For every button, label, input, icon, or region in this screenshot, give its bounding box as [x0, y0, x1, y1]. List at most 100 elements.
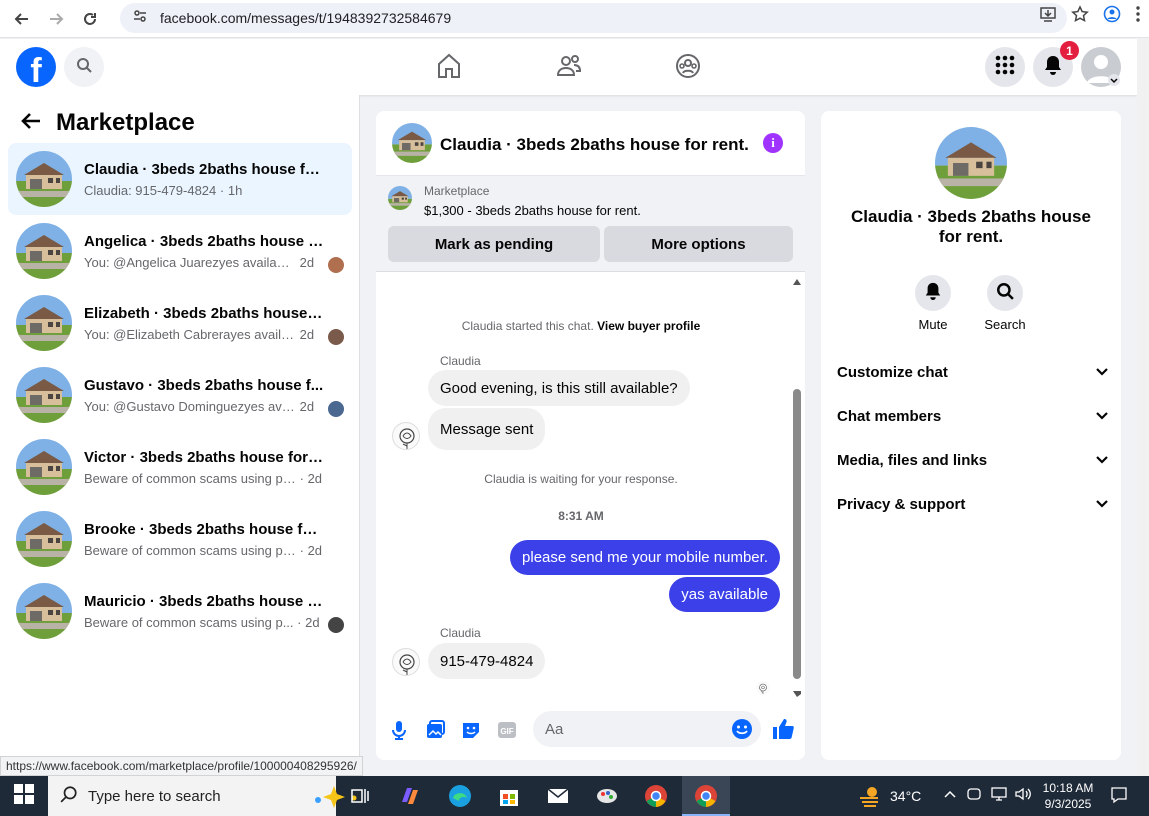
forward-arrow-icon[interactable] [44, 7, 68, 31]
conversation-time: 2d [299, 398, 315, 414]
taskbar-search-box[interactable]: Type here to search [48, 776, 357, 816]
network-icon[interactable] [990, 786, 1014, 810]
conversation-title: Angelica · 3beds 2baths house f... [84, 232, 324, 250]
menu-kebab-icon[interactable] [1135, 5, 1141, 28]
bookmark-star-icon[interactable] [1071, 5, 1089, 28]
scroll-down-arrow-icon[interactable] [793, 691, 801, 697]
thumbs-up-icon[interactable] [771, 717, 794, 739]
view-buyer-profile-link[interactable]: View buyer profile [597, 319, 700, 333]
clock-time: 10:18 AM [1042, 781, 1094, 795]
privacy-support-section[interactable]: Privacy & support [837, 482, 1109, 526]
taskbar-search-placeholder: Type here to search [88, 787, 221, 805]
browser-actions [1039, 5, 1141, 28]
conversation-item[interactable]: Claudia · 3beds 2baths house for r... Cl… [8, 143, 352, 215]
mark-as-pending-button[interactable]: Mark as pending [388, 226, 600, 262]
message-timestamp: 8:31 AM [558, 509, 604, 523]
message-scrollbar[interactable] [791, 279, 803, 697]
search-in-chat-button[interactable]: Search [975, 275, 1035, 332]
site-settings-icon[interactable] [132, 8, 148, 29]
listing-thumbnail[interactable] [935, 127, 1007, 199]
notification-center-icon[interactable] [1110, 786, 1134, 810]
listing-thumbnail[interactable] [392, 123, 432, 163]
notifications-button[interactable]: 1 [1033, 41, 1079, 87]
meet-now-icon[interactable] [966, 786, 990, 810]
scroll-thumb[interactable] [793, 389, 801, 679]
customize-chat-section[interactable]: Customize chat [837, 350, 1109, 394]
listing-title[interactable]: $1,300 - 3beds 2baths house for rent. [424, 203, 641, 218]
waiting-notice: Claudia is waiting for your response. [484, 472, 678, 486]
active-chrome-window[interactable] [682, 776, 730, 816]
chat-title[interactable]: Claudia · 3beds 2baths house for rent. [440, 135, 749, 155]
volume-icon[interactable] [1014, 786, 1038, 810]
contact-avatar[interactable] [392, 648, 420, 676]
chevron-down-icon [1095, 364, 1109, 381]
reload-icon[interactable] [78, 7, 102, 31]
conversation-item[interactable]: Victor · 3beds 2baths house for rent. Be… [8, 431, 352, 503]
conversation-time: 2d [299, 326, 315, 342]
menu-grid-button[interactable] [985, 47, 1025, 87]
windows-taskbar: Type here to search 34°C 10:18 AM 9/3/20… [0, 776, 1149, 816]
chevron-up-icon[interactable] [942, 786, 966, 810]
weather-icon[interactable] [858, 784, 882, 808]
conversation-item[interactable]: Gustavo · 3beds 2baths house f... You: @… [8, 359, 352, 431]
microphone-icon[interactable] [388, 719, 410, 741]
section-label: Customize chat [837, 363, 948, 381]
mail-icon[interactable] [546, 784, 570, 808]
address-bar[interactable]: facebook.com/messages/t/1948392732584679 [120, 3, 1067, 33]
conversation-item[interactable]: Elizabeth · 3beds 2baths house f... You:… [8, 287, 352, 359]
paint-icon[interactable] [595, 784, 619, 808]
scroll-up-arrow-icon[interactable] [793, 279, 801, 285]
conversation-item[interactable]: Brooke · 3beds 2baths house for r... Bew… [8, 503, 352, 575]
url-text: facebook.com/messages/t/1948392732584679 [160, 10, 452, 26]
taskbar-clock[interactable]: 10:18 AM 9/3/2025 [1036, 780, 1100, 812]
more-options-button[interactable]: More options [604, 226, 793, 262]
chat-members-section[interactable]: Chat members [837, 394, 1109, 438]
info-icon[interactable]: i [763, 133, 783, 153]
back-arrow-icon[interactable] [10, 7, 34, 31]
sticker-icon[interactable] [460, 719, 482, 741]
conversation-item[interactable]: Mauricio · 3beds 2baths house f... Bewar… [8, 575, 352, 647]
windows-start-icon[interactable] [14, 784, 38, 808]
home-icon[interactable] [437, 53, 461, 84]
conversation-item[interactable]: Angelica · 3beds 2baths house f... You: … [8, 215, 352, 287]
chrome-icon[interactable] [644, 784, 668, 808]
incoming-message[interactable]: Good evening, is this still available? [428, 370, 690, 406]
profile-icon[interactable] [1103, 5, 1121, 28]
message-input[interactable]: Aa [533, 711, 761, 747]
back-arrow-icon[interactable] [20, 111, 42, 136]
read-receipt-avatar [328, 401, 344, 417]
contact-avatar[interactable] [392, 422, 420, 450]
listing-thumbnail [16, 295, 72, 351]
install-app-icon[interactable] [1039, 5, 1057, 28]
page-scrollbar[interactable] [1137, 39, 1149, 776]
media-files-links-section[interactable]: Media, files and links [837, 438, 1109, 482]
account-avatar[interactable] [1081, 47, 1121, 87]
input-placeholder: Aa [545, 720, 564, 738]
marketplace-banner: Marketplace $1,300 - 3beds 2baths house … [376, 176, 805, 272]
incoming-message[interactable]: 915-479-4824 [428, 643, 546, 679]
emoji-icon[interactable] [731, 718, 753, 744]
photo-icon[interactable] [424, 719, 446, 741]
mute-label: Mute [918, 317, 948, 332]
mute-button[interactable]: Mute [903, 275, 963, 332]
conversation-preview: Beware of common scams using pay... [84, 470, 296, 486]
edge-icon[interactable] [448, 784, 472, 808]
groups-icon[interactable] [675, 53, 701, 84]
incoming-message[interactable]: Message sent [428, 408, 546, 450]
facebook-logo[interactable]: f [16, 47, 56, 87]
conversation-time: 2d [299, 254, 315, 270]
copilot-icon[interactable] [398, 784, 422, 808]
conversation-preview: You: @Angelica Juarezyes available... [84, 254, 296, 270]
page-title: Marketplace [56, 109, 195, 136]
store-icon[interactable] [497, 784, 521, 808]
sidebar-header: Marketplace [20, 109, 195, 137]
friends-icon[interactable] [556, 53, 582, 84]
search-button[interactable] [64, 47, 104, 87]
outgoing-message[interactable]: yas available [669, 577, 780, 612]
task-view-icon[interactable] [348, 784, 372, 808]
conversation-preview: Claudia: 915-479-4824 [84, 182, 217, 198]
details-title: Claudia · 3beds 2baths house for rent. [851, 207, 1091, 246]
chevron-down-icon [1095, 408, 1109, 425]
gif-icon[interactable]: GIF [496, 719, 518, 741]
outgoing-message[interactable]: please send me your mobile number. [510, 540, 780, 575]
